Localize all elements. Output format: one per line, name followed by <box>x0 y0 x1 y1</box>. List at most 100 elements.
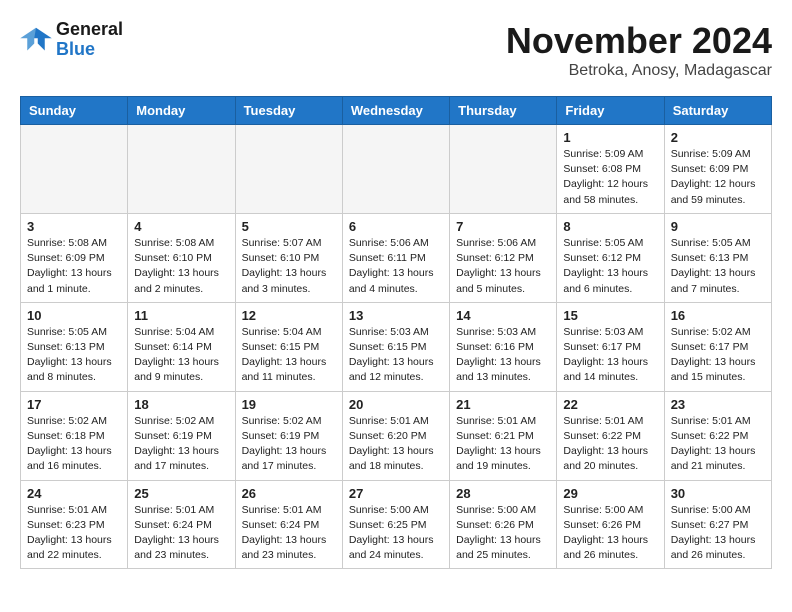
day-info: Sunrise: 5:06 AM Sunset: 6:11 PM Dayligh… <box>349 236 443 297</box>
day-info: Sunrise: 5:09 AM Sunset: 6:08 PM Dayligh… <box>563 147 657 208</box>
logo-icon <box>20 26 52 54</box>
day-info: Sunrise: 5:06 AM Sunset: 6:12 PM Dayligh… <box>456 236 550 297</box>
calendar-cell: 28 Sunrise: 5:00 AM Sunset: 6:26 PM Dayli… <box>450 480 557 569</box>
page-header: General Blue November 2024 Betroka, Anos… <box>20 20 772 80</box>
calendar-cell: 3 Sunrise: 5:08 AM Sunset: 6:09 PM Daylig… <box>21 213 128 302</box>
calendar-cell: 15 Sunrise: 5:03 AM Sunset: 6:17 PM Dayli… <box>557 302 664 391</box>
day-number: 13 <box>349 308 443 323</box>
day-info: Sunrise: 5:01 AM Sunset: 6:22 PM Dayligh… <box>563 414 657 475</box>
day-number: 16 <box>671 308 765 323</box>
weekday-header-monday: Monday <box>128 97 235 125</box>
day-number: 14 <box>456 308 550 323</box>
day-number: 26 <box>242 486 336 501</box>
calendar-cell: 19 Sunrise: 5:02 AM Sunset: 6:19 PM Dayli… <box>235 391 342 480</box>
day-info: Sunrise: 5:00 AM Sunset: 6:27 PM Dayligh… <box>671 503 765 564</box>
day-info: Sunrise: 5:02 AM Sunset: 6:19 PM Dayligh… <box>134 414 228 475</box>
day-number: 11 <box>134 308 228 323</box>
day-number: 20 <box>349 397 443 412</box>
weekday-header-wednesday: Wednesday <box>342 97 449 125</box>
calendar-cell: 30 Sunrise: 5:00 AM Sunset: 6:27 PM Dayli… <box>664 480 771 569</box>
day-info: Sunrise: 5:01 AM Sunset: 6:20 PM Dayligh… <box>349 414 443 475</box>
month-title: November 2024 <box>506 20 772 62</box>
calendar-cell: 29Sunrise: 5:00 AM Sunset: 6:26 PM Dayli… <box>557 480 664 569</box>
calendar-cell: 4 Sunrise: 5:08 AM Sunset: 6:10 PM Daylig… <box>128 213 235 302</box>
day-number: 30 <box>671 486 765 501</box>
calendar-cell: 6 Sunrise: 5:06 AM Sunset: 6:11 PM Daylig… <box>342 213 449 302</box>
calendar-cell: 26Sunrise: 5:01 AM Sunset: 6:24 PM Dayli… <box>235 480 342 569</box>
day-info: Sunrise: 5:08 AM Sunset: 6:10 PM Dayligh… <box>134 236 228 297</box>
day-info: Sunrise: 5:00 AM Sunset: 6:26 PM Dayligh… <box>563 503 657 564</box>
calendar-cell <box>450 125 557 214</box>
weekday-header-row: SundayMondayTuesdayWednesdayThursdayFrid… <box>21 97 772 125</box>
calendar-cell: 24 Sunrise: 5:01 AM Sunset: 6:23 PM Dayli… <box>21 480 128 569</box>
day-number: 19 <box>242 397 336 412</box>
day-info: Sunrise: 5:05 AM Sunset: 6:12 PM Dayligh… <box>563 236 657 297</box>
weekday-header-sunday: Sunday <box>21 97 128 125</box>
calendar-cell: 23 Sunrise: 5:01 AM Sunset: 6:22 PM Dayli… <box>664 391 771 480</box>
day-number: 12 <box>242 308 336 323</box>
calendar-cell: 18 Sunrise: 5:02 AM Sunset: 6:19 PM Dayli… <box>128 391 235 480</box>
day-info: Sunrise: 5:00 AM Sunset: 6:26 PM Dayligh… <box>456 503 550 564</box>
calendar-cell: 14Sunrise: 5:03 AM Sunset: 6:16 PM Dayli… <box>450 302 557 391</box>
day-number: 18 <box>134 397 228 412</box>
title-block: November 2024 Betroka, Anosy, Madagascar <box>506 20 772 80</box>
day-number: 6 <box>349 219 443 234</box>
day-number: 27 <box>349 486 443 501</box>
day-info: Sunrise: 5:08 AM Sunset: 6:09 PM Dayligh… <box>27 236 121 297</box>
week-row-4: 17 Sunrise: 5:02 AM Sunset: 6:18 PM Dayli… <box>21 391 772 480</box>
week-row-3: 10Sunrise: 5:05 AM Sunset: 6:13 PM Dayli… <box>21 302 772 391</box>
calendar-cell: 12 Sunrise: 5:04 AM Sunset: 6:15 PM Dayli… <box>235 302 342 391</box>
day-info: Sunrise: 5:05 AM Sunset: 6:13 PM Dayligh… <box>671 236 765 297</box>
calendar-cell: 16 Sunrise: 5:02 AM Sunset: 6:17 PM Dayli… <box>664 302 771 391</box>
day-info: Sunrise: 5:03 AM Sunset: 6:15 PM Dayligh… <box>349 325 443 386</box>
day-number: 25 <box>134 486 228 501</box>
day-info: Sunrise: 5:01 AM Sunset: 6:24 PM Dayligh… <box>134 503 228 564</box>
day-number: 28 <box>456 486 550 501</box>
day-number: 23 <box>671 397 765 412</box>
calendar-cell <box>342 125 449 214</box>
calendar-cell: 9 Sunrise: 5:05 AM Sunset: 6:13 PM Daylig… <box>664 213 771 302</box>
weekday-header-friday: Friday <box>557 97 664 125</box>
logo-blue: Blue <box>56 40 123 60</box>
day-number: 4 <box>134 219 228 234</box>
day-info: Sunrise: 5:01 AM Sunset: 6:23 PM Dayligh… <box>27 503 121 564</box>
day-number: 7 <box>456 219 550 234</box>
calendar-cell: 8 Sunrise: 5:05 AM Sunset: 6:12 PM Daylig… <box>557 213 664 302</box>
calendar-cell: 17 Sunrise: 5:02 AM Sunset: 6:18 PM Dayli… <box>21 391 128 480</box>
day-number: 24 <box>27 486 121 501</box>
day-number: 5 <box>242 219 336 234</box>
day-number: 17 <box>27 397 121 412</box>
day-number: 15 <box>563 308 657 323</box>
week-row-2: 3 Sunrise: 5:08 AM Sunset: 6:09 PM Daylig… <box>21 213 772 302</box>
day-number: 21 <box>456 397 550 412</box>
day-number: 3 <box>27 219 121 234</box>
calendar-table: SundayMondayTuesdayWednesdayThursdayFrid… <box>20 96 772 569</box>
calendar-cell <box>128 125 235 214</box>
day-info: Sunrise: 5:02 AM Sunset: 6:17 PM Dayligh… <box>671 325 765 386</box>
logo-general: General <box>56 20 123 40</box>
day-info: Sunrise: 5:03 AM Sunset: 6:17 PM Dayligh… <box>563 325 657 386</box>
day-info: Sunrise: 5:02 AM Sunset: 6:18 PM Dayligh… <box>27 414 121 475</box>
day-info: Sunrise: 5:07 AM Sunset: 6:10 PM Dayligh… <box>242 236 336 297</box>
day-info: Sunrise: 5:09 AM Sunset: 6:09 PM Dayligh… <box>671 147 765 208</box>
calendar-cell: 2 Sunrise: 5:09 AM Sunset: 6:09 PM Daylig… <box>664 125 771 214</box>
day-number: 22 <box>563 397 657 412</box>
day-info: Sunrise: 5:02 AM Sunset: 6:19 PM Dayligh… <box>242 414 336 475</box>
day-number: 9 <box>671 219 765 234</box>
weekday-header-tuesday: Tuesday <box>235 97 342 125</box>
calendar-cell: 5 Sunrise: 5:07 AM Sunset: 6:10 PM Daylig… <box>235 213 342 302</box>
location: Betroka, Anosy, Madagascar <box>506 62 772 80</box>
day-info: Sunrise: 5:01 AM Sunset: 6:21 PM Dayligh… <box>456 414 550 475</box>
day-info: Sunrise: 5:04 AM Sunset: 6:15 PM Dayligh… <box>242 325 336 386</box>
day-info: Sunrise: 5:01 AM Sunset: 6:22 PM Dayligh… <box>671 414 765 475</box>
calendar-cell <box>21 125 128 214</box>
calendar-cell: 22 Sunrise: 5:01 AM Sunset: 6:22 PM Dayli… <box>557 391 664 480</box>
day-info: Sunrise: 5:00 AM Sunset: 6:25 PM Dayligh… <box>349 503 443 564</box>
logo: General Blue <box>20 20 123 60</box>
day-number: 2 <box>671 130 765 145</box>
weekday-header-saturday: Saturday <box>664 97 771 125</box>
calendar-cell: 1Sunrise: 5:09 AM Sunset: 6:08 PM Daylig… <box>557 125 664 214</box>
day-number: 8 <box>563 219 657 234</box>
day-number: 10 <box>27 308 121 323</box>
week-row-5: 24 Sunrise: 5:01 AM Sunset: 6:23 PM Dayli… <box>21 480 772 569</box>
